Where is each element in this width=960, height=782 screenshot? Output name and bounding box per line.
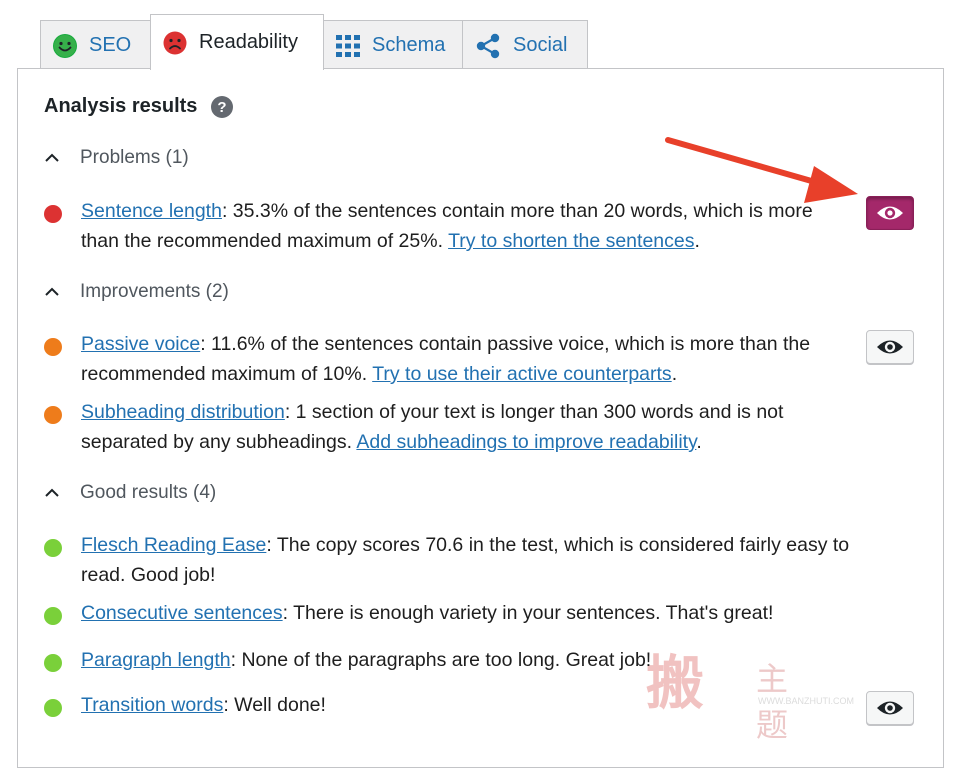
- problems-toggle[interactable]: Problems (1): [44, 147, 189, 169]
- good-bullet: [44, 539, 62, 557]
- tab-schema[interactable]: Schema: [323, 20, 463, 70]
- tab-readability[interactable]: Readability: [150, 14, 324, 70]
- result-text: Passive voice: 11.6% of the sentences co…: [81, 329, 844, 389]
- result-item-flesch-reading-ease: Flesch Reading Ease: The copy scores 70.…: [44, 530, 894, 590]
- good-results-title: Good results (4): [80, 482, 217, 503]
- improvement-bullet: [44, 338, 62, 356]
- improvements-title: Improvements (2): [80, 281, 229, 302]
- tab-label: Social: [513, 34, 568, 56]
- chevron-up-icon: [44, 153, 66, 163]
- grid-icon: [336, 34, 360, 57]
- result-link[interactable]: Flesch Reading Ease: [81, 534, 266, 556]
- sad-red-icon: [163, 31, 187, 55]
- good-bullet: [44, 607, 62, 625]
- good-bullet: [44, 699, 62, 717]
- result-text: Consecutive sentences: There is enough v…: [81, 598, 894, 628]
- problems-title: Problems (1): [80, 147, 189, 168]
- eye-icon: [876, 204, 904, 222]
- mark-sentence-length-button[interactable]: [866, 196, 914, 230]
- share-icon: [475, 33, 501, 59]
- improvement-bullet: [44, 406, 62, 424]
- chevron-up-icon: [44, 287, 66, 297]
- analysis-heading: Analysis results ?: [44, 95, 234, 118]
- result-item-paragraph-length: Paragraph length: None of the paragraphs…: [44, 645, 844, 675]
- analysis-tabs: SEO Readability Schema Social: [40, 14, 588, 70]
- good-results-toggle[interactable]: Good results (4): [44, 482, 216, 504]
- result-text: Paragraph length: None of the paragraphs…: [81, 645, 844, 675]
- tab-social[interactable]: Social: [462, 20, 588, 70]
- problem-bullet: [44, 205, 62, 223]
- result-link[interactable]: Transition words: [81, 694, 223, 716]
- result-action-link[interactable]: Try to shorten the sentences: [448, 230, 694, 252]
- help-icon[interactable]: ?: [211, 95, 234, 118]
- result-link[interactable]: Subheading distribution: [81, 401, 285, 423]
- result-item-transition-words: Transition words: Well done!: [44, 690, 844, 720]
- tab-label: Readability: [199, 31, 298, 53]
- result-link[interactable]: Paragraph length: [81, 649, 231, 671]
- result-action-link[interactable]: Add subheadings to improve readability: [356, 431, 696, 453]
- eye-icon: [876, 699, 904, 717]
- result-text: Sentence length: 35.3% of the sentences …: [81, 196, 844, 256]
- result-link[interactable]: Passive voice: [81, 333, 200, 355]
- result-item-passive-voice: Passive voice: 11.6% of the sentences co…: [44, 329, 844, 389]
- result-text: Transition words: Well done!: [81, 690, 844, 720]
- result-end: .: [696, 431, 702, 453]
- result-text: Flesch Reading Ease: The copy scores 70.…: [81, 530, 894, 590]
- good-bullet: [44, 654, 62, 672]
- result-item-consecutive-sentences: Consecutive sentences: There is enough v…: [44, 598, 894, 628]
- result-item-subheading-distribution: Subheading distribution: 1 section of yo…: [44, 397, 844, 457]
- analysis-heading-text: Analysis results: [44, 95, 198, 117]
- tab-label: SEO: [89, 34, 132, 56]
- result-description: : Well done!: [223, 694, 326, 716]
- mark-passive-voice-button[interactable]: [866, 330, 914, 364]
- result-text: Subheading distribution: 1 section of yo…: [81, 397, 844, 457]
- result-description: : None of the paragraphs are too long. G…: [230, 649, 652, 671]
- result-end: .: [694, 230, 700, 252]
- improvements-toggle[interactable]: Improvements (2): [44, 281, 229, 303]
- result-item-sentence-length: Sentence length: 35.3% of the sentences …: [44, 196, 844, 256]
- result-link[interactable]: Consecutive sentences: [81, 602, 283, 624]
- result-link[interactable]: Sentence length: [81, 200, 222, 222]
- result-action-link[interactable]: Try to use their active counterparts: [372, 363, 672, 385]
- result-description: : There is enough variety in your senten…: [282, 602, 774, 624]
- tab-seo[interactable]: SEO: [40, 20, 151, 70]
- result-end: .: [671, 363, 678, 385]
- eye-icon: [876, 338, 904, 356]
- svg-text:?: ?: [218, 99, 227, 116]
- tab-label: Schema: [372, 34, 446, 56]
- mark-transition-words-button[interactable]: [866, 691, 914, 725]
- smiley-green-icon: [53, 33, 77, 58]
- chevron-up-icon: [44, 488, 66, 498]
